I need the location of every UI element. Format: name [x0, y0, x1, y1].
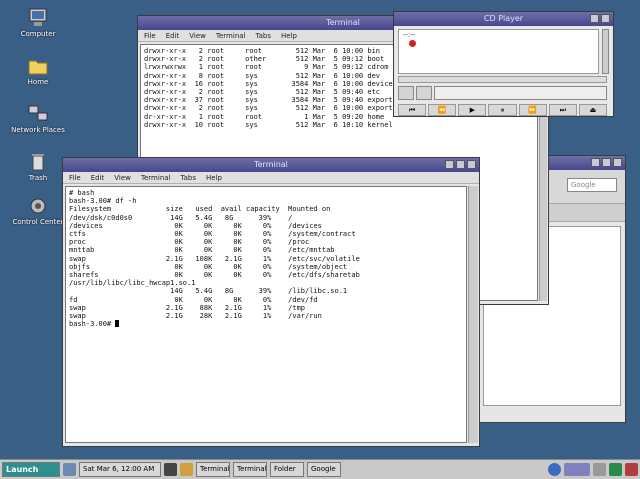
volume-icon[interactable] — [593, 463, 606, 476]
maximize-icon[interactable] — [456, 160, 465, 169]
tray-app-icon[interactable] — [625, 463, 638, 476]
start-button[interactable]: Launch — [2, 462, 60, 477]
menu-edit[interactable]: Edit — [166, 30, 180, 41]
launcher-icon[interactable] — [63, 463, 76, 476]
menu-help[interactable]: Help — [206, 172, 222, 183]
close-icon[interactable] — [601, 14, 610, 23]
menu-view[interactable]: View — [189, 30, 206, 41]
transport-bar: ⏮ ⏪ ▶ ⏸ ⏩ ⏭ ⏏ — [398, 104, 607, 116]
track-slider[interactable] — [434, 86, 607, 100]
pause-button[interactable]: ⏸ — [488, 104, 517, 116]
clock[interactable]: Sat Mar 6, 12:00 AM — [79, 462, 161, 477]
track-button[interactable] — [416, 86, 432, 100]
eject-icon[interactable]: ⏏ — [578, 104, 607, 116]
window-title: Terminal — [326, 18, 360, 27]
desktop-icon-label: Network Places — [11, 126, 65, 134]
desktop-icon-home[interactable]: Home — [8, 56, 68, 86]
desktop-icon-settings[interactable]: Control Center — [8, 196, 68, 226]
cd-display: --:-- — [398, 29, 599, 74]
menu-file[interactable]: File — [144, 30, 156, 41]
search-input[interactable]: Google — [567, 178, 617, 192]
computer-icon — [27, 8, 49, 28]
menu-terminal[interactable]: Terminal — [141, 172, 171, 183]
eject-button[interactable] — [398, 86, 414, 100]
scrollbar[interactable] — [468, 186, 478, 443]
close-icon[interactable] — [613, 158, 622, 167]
desktop-icon-trash[interactable]: Trash — [8, 152, 68, 182]
menu-tabs[interactable]: Tabs — [181, 172, 197, 183]
cd-controls — [398, 86, 607, 100]
rewind-button[interactable]: ⏪ — [428, 104, 457, 116]
terminal-launcher-icon[interactable] — [164, 463, 177, 476]
help-icon[interactable] — [548, 463, 561, 476]
network-icon — [27, 104, 49, 124]
play-button[interactable]: ▶ — [458, 104, 487, 116]
progress-bar[interactable] — [398, 76, 607, 83]
close-icon[interactable] — [467, 160, 476, 169]
workspace-switcher-icon[interactable] — [564, 463, 590, 476]
time-display: --:-- — [403, 31, 416, 39]
prev-button[interactable]: ⏮ — [398, 104, 427, 116]
task-terminal-2[interactable]: Terminal — [233, 462, 267, 477]
terminal-front-menubar: File Edit View Terminal Tabs Help — [63, 172, 479, 184]
cd-player-window[interactable]: CD Player --:-- ⏮ ⏪ ▶ ⏸ ⏩ ⏭ ⏏ — [393, 11, 614, 117]
cd-player-titlebar[interactable]: CD Player — [394, 12, 613, 26]
browser-launcher-icon[interactable] — [180, 463, 193, 476]
task-google[interactable]: Google — [307, 462, 341, 477]
terminal-cursor — [115, 320, 120, 328]
task-folder[interactable]: Folder — [270, 462, 304, 477]
folder-icon — [27, 56, 49, 76]
menu-terminal[interactable]: Terminal — [216, 30, 246, 41]
desktop-icon-label: Control Center — [12, 218, 64, 226]
volume-slider[interactable] — [602, 29, 609, 74]
terminal-front-output[interactable]: # bash bash-3.00# df -h Filesystem size … — [65, 186, 467, 443]
menu-tabs[interactable]: Tabs — [256, 30, 272, 41]
minimize-icon[interactable] — [590, 14, 599, 23]
terminal-front-text: # bash bash-3.00# df -h Filesystem size … — [69, 189, 360, 329]
record-indicator-icon — [409, 40, 416, 47]
terminal-front-titlebar[interactable]: Terminal — [63, 158, 479, 172]
menu-file[interactable]: File — [69, 172, 81, 183]
menu-view[interactable]: View — [114, 172, 131, 183]
settings-icon — [27, 196, 49, 216]
window-title: CD Player — [483, 14, 524, 23]
maximize-icon[interactable] — [602, 158, 611, 167]
taskbar: Launch Sat Mar 6, 12:00 AM Terminal Term… — [0, 459, 640, 479]
desktop-icon-label: Computer — [20, 30, 56, 38]
window-title: Terminal — [254, 160, 288, 169]
menu-edit[interactable]: Edit — [91, 172, 105, 183]
minimize-icon[interactable] — [591, 158, 600, 167]
terminal-window-front[interactable]: Terminal File Edit View Terminal Tabs He… — [62, 157, 480, 447]
desktop-icon-computer[interactable]: Computer — [8, 8, 68, 38]
desktop-icon-network[interactable]: Network Places — [8, 104, 68, 134]
desktop-icon-label: Trash — [28, 174, 48, 182]
next-button[interactable]: ⏭ — [548, 104, 577, 116]
network-status-icon[interactable] — [609, 463, 622, 476]
trash-icon — [27, 152, 49, 172]
task-terminal-1[interactable]: Terminal — [196, 462, 230, 477]
forward-button[interactable]: ⏩ — [518, 104, 547, 116]
menu-help[interactable]: Help — [281, 30, 297, 41]
desktop-icon-label: Home — [27, 78, 49, 86]
minimize-icon[interactable] — [445, 160, 454, 169]
